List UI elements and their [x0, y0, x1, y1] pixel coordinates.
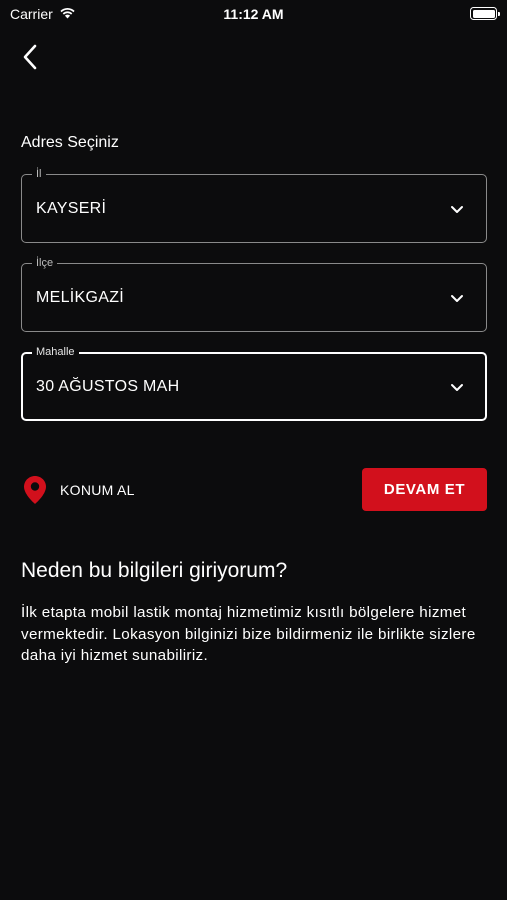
district-label: İlçe [32, 256, 58, 270]
status-bar: Carrier 11:12 AM [0, 0, 507, 30]
get-location-button[interactable]: KONUM AL [21, 472, 135, 508]
continue-button[interactable]: DEVAM ET [362, 468, 487, 511]
back-button[interactable] [14, 42, 46, 76]
section-title: Adres Seçiniz [21, 134, 119, 151]
province-value: KAYSERİ [36, 199, 107, 217]
chevron-down-icon [450, 382, 464, 392]
district-value: MELİKGAZİ [36, 288, 125, 306]
province-label: İl [32, 167, 46, 181]
info-text: İlk etapta mobil lastik montaj hizmetimi… [21, 604, 476, 664]
chevron-down-icon [450, 204, 464, 214]
chevron-left-icon [22, 44, 38, 75]
address-selection-screen: Carrier 11:12 AM Adres Seçiniz İl KAYSER… [0, 0, 507, 900]
status-time: 11:12 AM [223, 6, 284, 22]
chevron-down-icon [450, 293, 464, 303]
battery-icon [470, 7, 500, 20]
get-location-label: KONUM AL [60, 482, 135, 498]
district-select[interactable]: İlçe MELİKGAZİ [21, 256, 487, 332]
neighborhood-label: Mahalle [32, 345, 79, 359]
info-title: Neden bu bilgileri giriyorum? [21, 559, 288, 582]
neighborhood-value: 30 AĞUSTOS MAH [36, 377, 180, 395]
province-select[interactable]: İl KAYSERİ [21, 167, 487, 243]
neighborhood-select[interactable]: Mahalle 30 AĞUSTOS MAH [21, 345, 487, 421]
map-pin-icon [21, 473, 49, 507]
